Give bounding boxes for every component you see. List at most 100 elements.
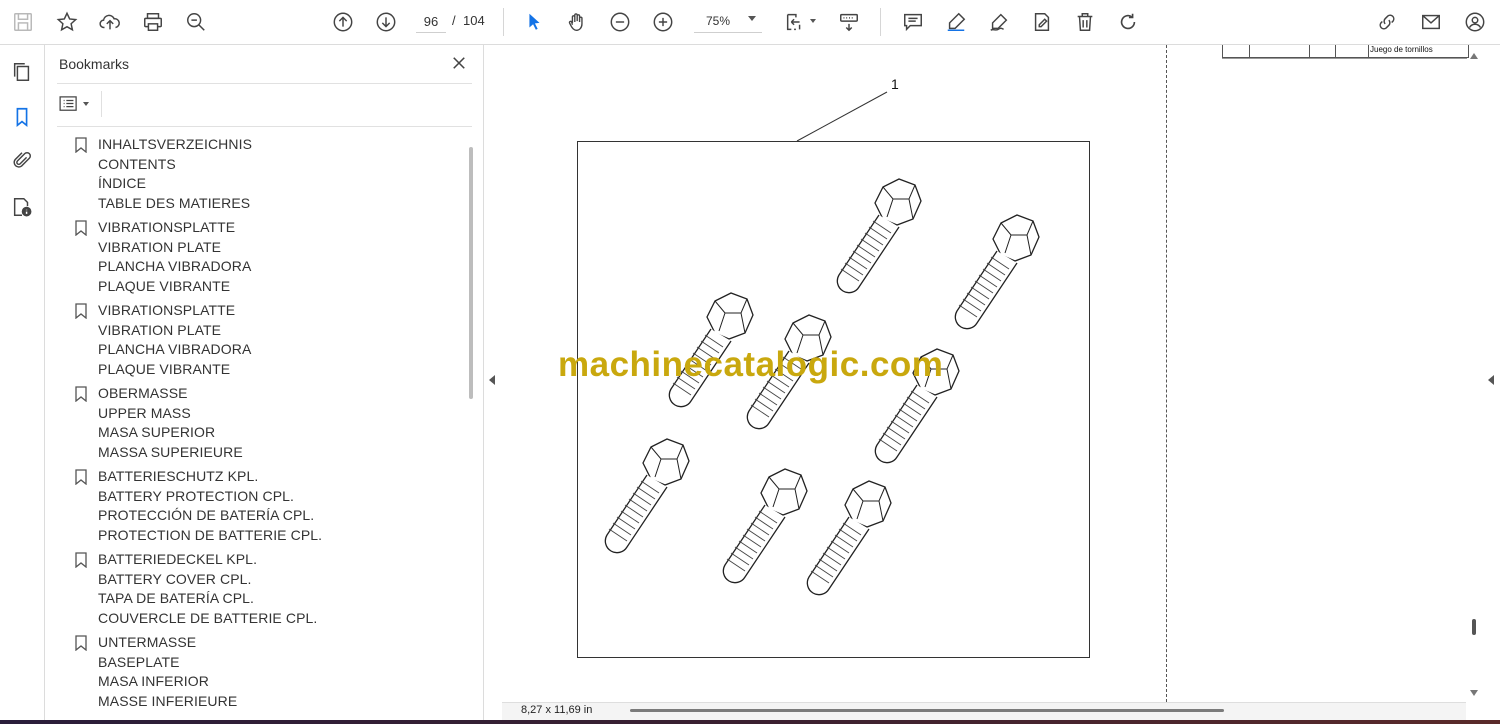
bookmark-label: BATTERIESCHUTZ KPL. (98, 468, 259, 484)
fit-page-icon[interactable] (782, 9, 808, 35)
bookmark-item[interactable]: INHALTSVERZEICHNIS CONTENTS ÍNDICE TABLE… (57, 135, 465, 218)
bookmark-icon (75, 552, 87, 568)
zoom-search-icon[interactable] (183, 9, 209, 35)
draw-icon[interactable] (986, 9, 1012, 35)
star-icon[interactable] (54, 9, 80, 35)
toolbar-divider (880, 8, 881, 36)
bookmark-label: ÍNDICE (98, 175, 147, 191)
page-boundary (1166, 45, 1167, 702)
bookmark-list: INHALTSVERZEICHNIS CONTENTS ÍNDICE TABLE… (57, 135, 465, 716)
bookmark-label: UPPER MASS (98, 404, 191, 421)
bookmark-label: PLAQUE VIBRANTE (98, 360, 231, 377)
page-down-icon[interactable] (373, 9, 399, 35)
bookmark-label: INHALTSVERZEICHNIS (98, 136, 253, 152)
list-options-icon (59, 96, 77, 111)
close-icon[interactable] (448, 52, 470, 74)
bookmark-item[interactable]: VIBRATIONSPLATTE VIBRATION PLATE PLANCHA… (57, 301, 465, 384)
bookmark-label: MASSA SUPERIEURE (98, 443, 243, 460)
callout-number: 1 (891, 76, 899, 92)
collapse-left-pane-icon[interactable] (489, 375, 495, 385)
page-total: 104 (463, 13, 485, 28)
panel-scrollbar[interactable] (469, 147, 473, 399)
bookmark-label: VIBRATION PLATE (98, 321, 222, 338)
share-link-icon[interactable] (1374, 9, 1400, 35)
bookmark-label: TABLE DES MATIERES (98, 194, 251, 211)
bookmark-item[interactable]: UNTERMASSE BASEPLATE MASA INFERIOR MASSE… (57, 633, 465, 716)
bookmark-icon (75, 635, 87, 651)
fit-dropdown-arrow[interactable] (810, 19, 816, 23)
bookmark-label: VIBRATIONSPLATTE (98, 219, 236, 235)
bolt (604, 438, 690, 554)
bookmark-label: TAPA DE BATERÍA CPL. (98, 590, 255, 606)
pointer-icon[interactable] (521, 9, 547, 35)
bookmark-item[interactable]: OBERMASSE UPPER MASS MASA SUPERIOR MASSA… (57, 384, 465, 467)
bookmark-label: BATTERIEDECKEL KPL. (98, 551, 258, 567)
bolt (836, 178, 922, 294)
bolt (954, 214, 1040, 330)
bookmarks-panel: Bookmarks INHALTSVERZEICHNIS CONTENTS ÍN… (45, 45, 484, 724)
account-icon[interactable] (1462, 9, 1488, 35)
zoom-in-icon[interactable] (650, 9, 676, 35)
page-size-label: 8,27 x 11,69 in (521, 704, 593, 716)
divider (101, 91, 102, 117)
hand-icon[interactable] (564, 9, 590, 35)
bookmark-label: CONTENTS (98, 155, 176, 172)
bolt-set-illustration (604, 178, 1040, 596)
zoom-value: 75% (706, 14, 731, 28)
scroll-down-icon[interactable] (1470, 690, 1478, 696)
chevron-down-icon (83, 102, 89, 106)
bookmark-panel-icon[interactable] (9, 104, 35, 130)
chevron-down-icon (748, 16, 756, 21)
bookmark-icon (75, 469, 87, 485)
scroll-up-icon[interactable] (1470, 53, 1478, 59)
comment-icon[interactable] (900, 9, 926, 35)
bookmark-label: PROTECCIÓN DE BATERÍA CPL. (98, 507, 315, 523)
bolt (806, 480, 892, 596)
page-current: 96 (423, 13, 439, 29)
bookmark-label: VIBRATIONSPLATTE (98, 302, 236, 318)
scroll-thumb[interactable] (1472, 619, 1476, 635)
bookmark-options-button[interactable] (59, 93, 93, 115)
highlight-icon[interactable] (943, 9, 969, 35)
email-icon[interactable] (1418, 9, 1444, 35)
page-number-input[interactable]: 96 (416, 10, 446, 33)
main-toolbar: 96 / 104 75% (0, 0, 1500, 45)
bookmark-item[interactable]: BATTERIEDECKEL KPL. BATTERY COVER CPL. T… (57, 550, 465, 633)
left-rail (0, 45, 45, 724)
bookmark-label: OBERMASSE (98, 385, 188, 401)
bookmark-label: BASEPLATE (98, 653, 180, 670)
bookmark-label: UNTERMASSE (98, 634, 197, 650)
os-taskbar-edge (0, 720, 1500, 724)
divider (1222, 58, 1467, 59)
page-up-icon[interactable] (330, 9, 356, 35)
toolbar-divider (503, 8, 504, 36)
page-thumbnails-icon[interactable] (9, 59, 35, 85)
bookmark-item[interactable]: VIBRATIONSPLATTE VIBRATION PLATE PLANCHA… (57, 218, 465, 301)
document-properties-icon[interactable] (9, 194, 35, 220)
watermark-text: machinecatalogic.com (558, 345, 944, 384)
bolt (722, 468, 808, 584)
upload-icon[interactable] (97, 9, 123, 35)
bookmark-label: BATTERY PROTECTION CPL. (98, 487, 295, 504)
bookmark-label: VIBRATION PLATE (98, 238, 222, 255)
scroll-mode-icon[interactable] (836, 9, 862, 35)
zoom-select[interactable]: 75% (694, 10, 762, 33)
save-icon[interactable] (10, 9, 36, 35)
bookmark-icon (75, 220, 87, 236)
bookmark-label: MASA SUPERIOR (98, 424, 216, 440)
horizontal-scrollbar[interactable] (630, 709, 1224, 712)
redo-icon[interactable] (1115, 9, 1141, 35)
bookmark-label: MASSE INFERIEURE (98, 692, 238, 709)
print-icon[interactable] (140, 9, 166, 35)
delete-icon[interactable] (1072, 9, 1098, 35)
bookmark-icon (75, 137, 87, 153)
expand-right-pane-icon[interactable] (1488, 375, 1494, 385)
zoom-out-icon[interactable] (607, 9, 633, 35)
vertical-scrollbar[interactable] (1466, 45, 1482, 702)
attachment-icon[interactable] (9, 148, 35, 174)
bookmark-label: PLANCHA VIBRADORA (98, 341, 252, 357)
bookmark-item[interactable]: BATTERIESCHUTZ KPL. BATTERY PROTECTION C… (57, 467, 465, 550)
parts-table-text: Juego de tornillos (1370, 45, 1433, 54)
sign-icon[interactable] (1029, 9, 1055, 35)
bookmark-label: PROTECTION DE BATTERIE CPL. (98, 526, 323, 543)
